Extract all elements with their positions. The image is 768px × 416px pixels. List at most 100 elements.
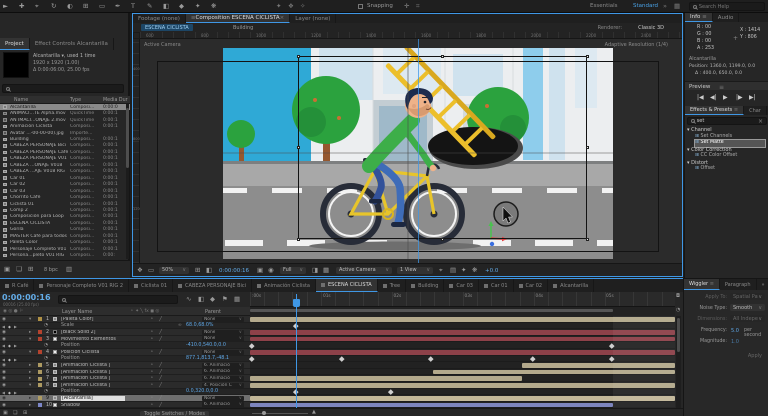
snapshot-icon[interactable]: ▣ xyxy=(257,267,263,274)
zoom-slider-knob[interactable] xyxy=(262,411,266,415)
track[interactable] xyxy=(250,362,675,369)
layer-name[interactable]: Movimiento Elementos xyxy=(61,337,125,342)
next-keyframe-icon[interactable]: ▶ xyxy=(14,343,17,348)
visibility-eye-icon[interactable]: ◉ xyxy=(2,337,6,342)
timeline-tab-building[interactable]: Building xyxy=(406,279,444,292)
workspace-more-icon[interactable]: » xyxy=(663,3,667,10)
character-tool-2-icon[interactable]: ❖ xyxy=(288,3,294,10)
timeline-search[interactable] xyxy=(58,295,178,304)
camera-dropdown[interactable]: Active Camera∨ xyxy=(336,267,392,274)
view-layout-dropdown[interactable]: 1 View∨ xyxy=(397,267,433,274)
keyframe[interactable] xyxy=(250,343,255,348)
timeline-tab-animaci-n-ciclista[interactable]: Animación Ciclista xyxy=(252,279,316,292)
prev-keyframe-icon[interactable]: ◀ xyxy=(2,390,5,395)
project-bit-depth[interactable]: 8 bpc xyxy=(44,267,58,273)
duration-bar[interactable] xyxy=(250,376,522,381)
label-color-swatch[interactable] xyxy=(38,383,42,387)
tab-project[interactable]: Project xyxy=(0,38,30,50)
prev-keyframe-icon[interactable]: ◀ xyxy=(2,357,5,362)
property-name[interactable]: Scale xyxy=(61,323,74,328)
parent-dropdown[interactable]: 6. Animació∨ xyxy=(202,369,244,374)
guide-line[interactable] xyxy=(418,39,419,263)
track[interactable] xyxy=(250,336,675,343)
layer-row[interactable]: ◉▾4Posición Ciclista⚬ ╱None∨ xyxy=(0,349,683,356)
help-search[interactable] xyxy=(689,2,765,11)
preview-panel-header[interactable]: Preview ≡ xyxy=(685,81,768,90)
viewer-timecode[interactable]: 0:00:00:16 xyxy=(219,268,249,274)
row-header[interactable]: ◉▸6[Animación Ciclista ]⚬ ╱6. Animació∨ xyxy=(0,369,250,376)
property-name[interactable]: Position xyxy=(61,356,80,361)
keyframe-diamond-icon[interactable]: ◆ xyxy=(8,343,11,348)
transparency-grid-icon[interactable]: ▦ xyxy=(323,267,329,274)
layer-row[interactable]: ◉▸2[Black Solid 2]⚬ ╱None∨ xyxy=(0,329,683,336)
property-value[interactable]: 68.0,68.0% xyxy=(186,323,213,328)
tab-audio[interactable]: Audio xyxy=(713,13,740,22)
layer-row[interactable]: ◉▾3Movimiento Elementos⚬ ╱None∨ xyxy=(0,336,683,343)
last-frame-button[interactable]: ▶| xyxy=(749,94,756,101)
label-color-swatch[interactable] xyxy=(38,317,42,321)
layer-row[interactable]: ◉▾8[Animación Ciclista ]⚬ ╱4. Posición C… xyxy=(0,382,683,389)
duration-bar[interactable] xyxy=(250,317,675,322)
layer-name[interactable]: [Animación Ciclista ] xyxy=(61,363,125,368)
column-layer-name[interactable]: Layer Name xyxy=(62,309,92,315)
timeline-tab-escena-ciclista[interactable]: ESCENA CICLISTA xyxy=(316,279,378,292)
pixel-aspect-icon[interactable]: ⌖ xyxy=(439,267,443,274)
show-channel-icon[interactable]: ◉ xyxy=(268,267,274,274)
parent-dropdown[interactable]: 6. Animació∨ xyxy=(202,376,244,381)
new-composition-icon[interactable]: ⊞ xyxy=(28,266,33,273)
row-header[interactable]: ◉▸2[Black Solid 2]⚬ ╱None∨ xyxy=(0,329,250,336)
exposure-value[interactable]: +0.0 xyxy=(485,268,498,274)
timeline-tab-ciclista-01[interactable]: Ciclista 01 xyxy=(129,279,173,292)
label-color-swatch[interactable] xyxy=(38,330,42,334)
shape-tool-icon[interactable]: ▭ xyxy=(99,3,105,10)
twirl-icon[interactable]: ▸ xyxy=(29,396,31,401)
layer-name[interactable]: Shadow xyxy=(61,403,125,408)
next-keyframe-icon[interactable]: ▶ xyxy=(14,357,17,362)
stopwatch-icon[interactable]: ◔ xyxy=(44,343,48,348)
track[interactable] xyxy=(250,323,675,330)
keyframe[interactable] xyxy=(250,356,255,361)
frame-blending-icon[interactable]: ⚑ xyxy=(222,296,228,303)
twirl-icon[interactable]: ▸ xyxy=(29,370,31,375)
effects-search-input[interactable] xyxy=(697,118,756,124)
row-header[interactable]: ◀◆▶◔Position-410.0,540.0,0.0 xyxy=(0,342,250,349)
track[interactable] xyxy=(250,316,675,323)
ruler-corner[interactable] xyxy=(133,32,140,39)
duration-bar[interactable] xyxy=(250,337,675,342)
time-ruler[interactable]: :00s01s02s03s04s05s xyxy=(250,292,675,307)
layer-name[interactable]: [Animación Ciclista ] xyxy=(61,370,125,375)
wiggler-noise-type-dropdown[interactable]: Smooth∨ xyxy=(730,304,765,311)
column-parent[interactable]: Parent xyxy=(205,309,221,315)
panel-more-icon[interactable]: » xyxy=(757,279,768,290)
project-item[interactable]: Persona...pleto V01 RIGComposi...0:00: xyxy=(0,252,130,258)
twirl-icon[interactable]: ▸ xyxy=(29,330,31,335)
layer-name[interactable]: [Black Solid 2] xyxy=(61,330,125,335)
track[interactable] xyxy=(250,349,675,356)
parent-dropdown[interactable]: None∨ xyxy=(202,330,244,335)
layer-name[interactable]: Posición Ciclista xyxy=(61,350,125,355)
visibility-eye-icon[interactable]: ◉ xyxy=(2,350,6,355)
selection-outline[interactable] xyxy=(298,56,587,239)
expand-transfer-modes-icon[interactable]: ❏ xyxy=(13,411,17,416)
toggle-switches-modes-button[interactable]: Toggle Switches / Modes xyxy=(140,411,209,416)
label-color-swatch[interactable] xyxy=(38,377,42,381)
column-media-duration[interactable]: Media Dur xyxy=(103,98,128,103)
brush-tool-icon[interactable]: ✎ xyxy=(147,3,152,10)
next-keyframe-icon[interactable]: ▶ xyxy=(14,324,17,329)
vertical-ruler[interactable]: 4008001200 xyxy=(133,39,140,263)
effects-search[interactable]: × xyxy=(687,117,767,125)
playhead-line[interactable] xyxy=(296,294,297,408)
parent-dropdown[interactable]: 4. Posición C∨ xyxy=(202,383,244,388)
label-color-swatch[interactable] xyxy=(38,363,42,367)
visibility-eye-icon[interactable]: ◉ xyxy=(2,376,6,381)
stopwatch-icon[interactable]: ◔ xyxy=(44,323,48,328)
keyframe[interactable] xyxy=(429,356,434,361)
label-color-swatch[interactable] xyxy=(38,403,42,407)
row-header[interactable]: ◉▸9[Alcantarilla]⚬ ╱None∨ xyxy=(0,395,250,402)
next-keyframe-icon[interactable]: ▶ xyxy=(14,390,17,395)
workspace-standard[interactable]: Standard xyxy=(633,3,658,9)
keyframe[interactable] xyxy=(388,389,393,394)
timeline-tab-alcantarilla[interactable]: Alcantarilla xyxy=(548,279,594,292)
label-color-swatch[interactable] xyxy=(38,350,42,354)
keyframe[interactable] xyxy=(339,356,344,361)
